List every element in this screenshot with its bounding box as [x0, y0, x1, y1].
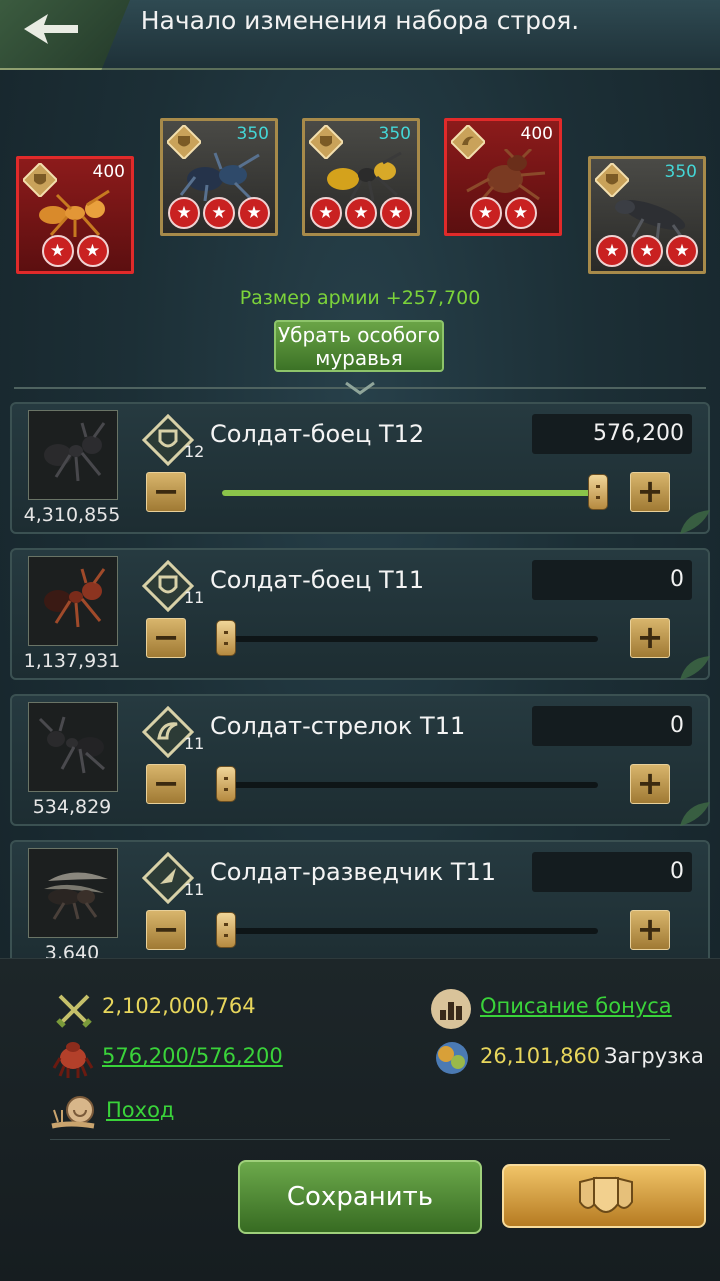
- star-rating: ★ ★ ★: [163, 197, 275, 229]
- special-ant-card-2[interactable]: 350 ★ ★ ★: [160, 118, 278, 236]
- back-button[interactable]: [0, 0, 130, 70]
- quantity-input[interactable]: 0: [532, 852, 692, 892]
- troop-row: 3,640 11 Солдат-разведчик T11 0 − +: [10, 840, 710, 972]
- special-ant-card-1[interactable]: 400 ★ ★: [16, 156, 134, 274]
- decrease-button[interactable]: −: [146, 618, 186, 658]
- leaf-decoration-icon: [680, 802, 710, 826]
- special-ant-card-3[interactable]: 350 ★ ★ ★: [302, 118, 420, 236]
- back-arrow-icon: [24, 14, 78, 44]
- troop-name: Солдат-боец T12: [210, 420, 425, 448]
- load-value: 26,101,860: [480, 1044, 601, 1068]
- ant-count: 350: [378, 124, 411, 144]
- troop-tier: 11: [184, 734, 205, 753]
- increase-button[interactable]: +: [630, 618, 670, 658]
- blue-scorpion-ant-icon: [179, 152, 260, 202]
- page-title: Начало изменения набора строя.: [140, 6, 580, 35]
- decrease-button[interactable]: −: [146, 472, 186, 512]
- slider-handle[interactable]: [216, 620, 236, 656]
- increase-button[interactable]: +: [630, 910, 670, 950]
- quantity-input[interactable]: 0: [532, 706, 692, 746]
- troop-name: Солдат-боец T11: [210, 566, 425, 594]
- load-resources-icon: [436, 1042, 468, 1074]
- red-ant-icon: [44, 568, 106, 628]
- brown-ant-icon: [466, 149, 546, 203]
- bottom-divider: [50, 1139, 670, 1140]
- ant-count: 350: [236, 124, 269, 144]
- quantity-input[interactable]: 576,200: [532, 414, 692, 454]
- black-beetle-ant-icon: [615, 200, 686, 241]
- troop-tier: 12: [184, 442, 205, 461]
- troop-portrait: [28, 702, 118, 792]
- black-ant-icon: [44, 422, 106, 482]
- special-ant-card-4[interactable]: 400 ★ ★: [444, 118, 562, 236]
- troop-name: Солдат-стрелок T11: [210, 712, 466, 740]
- increase-button[interactable]: +: [630, 472, 670, 512]
- star-rating: ★ ★ ★: [305, 197, 417, 229]
- slider-handle[interactable]: [588, 474, 608, 510]
- header-bar: Начало изменения набора строя.: [0, 0, 720, 70]
- troop-row: 1,137,931 11 Солдат-боец T11 0 − +: [10, 548, 710, 680]
- black-shooter-ant-icon: [38, 716, 105, 774]
- orange-ant-icon: [39, 189, 110, 237]
- troop-row: 4,310,855 12 Солдат-боец T12 576,200 − +: [10, 402, 710, 534]
- leaf-decoration-icon: [680, 510, 710, 534]
- load-label: Загрузка: [604, 1044, 704, 1068]
- troop-portrait: [28, 410, 118, 500]
- formation-shields-button[interactable]: [502, 1164, 706, 1228]
- ant-count: 400: [520, 124, 553, 144]
- march-link[interactable]: Поход: [106, 1098, 174, 1122]
- quantity-input[interactable]: 0: [532, 560, 692, 600]
- troop-stock: 534,829: [32, 796, 112, 818]
- troop-tier: 11: [184, 880, 205, 899]
- ant-count: 350: [664, 162, 697, 182]
- troop-name: Солдат-разведчик T11: [210, 858, 497, 886]
- decrease-button[interactable]: −: [146, 764, 186, 804]
- yellow-ant-icon: [327, 151, 402, 202]
- quantity-slider[interactable]: [216, 620, 598, 656]
- winged-ant-icon: [44, 872, 108, 920]
- star-rating: ★ ★: [19, 235, 131, 267]
- decrease-button[interactable]: −: [146, 910, 186, 950]
- troop-portrait: [28, 556, 118, 646]
- troop-portrait: [28, 848, 118, 938]
- star-rating: ★ ★ ★: [591, 235, 703, 267]
- quantity-slider[interactable]: [216, 766, 598, 802]
- remove-special-ant-button[interactable]: Убрать особого муравья: [274, 320, 444, 372]
- troop-count-link[interactable]: 576,200/576,200: [102, 1044, 283, 1068]
- power-value: 2,102,000,764: [102, 994, 256, 1018]
- snail-march-icon: [51, 1096, 95, 1129]
- quantity-slider[interactable]: [216, 912, 598, 948]
- star-rating: ★ ★: [447, 197, 559, 229]
- troop-stock: 4,310,855: [23, 504, 121, 526]
- shields-icon: [579, 1176, 633, 1213]
- army-size-text: Размер армии +257,700: [239, 287, 481, 309]
- leaf-decoration-icon: [680, 656, 710, 680]
- chevron-down-icon: [345, 381, 375, 395]
- increase-button[interactable]: +: [630, 764, 670, 804]
- bonus-description-link[interactable]: Описание бонуса: [480, 994, 672, 1018]
- slider-handle[interactable]: [216, 912, 236, 948]
- troop-row: 534,829 11 Солдат-стрелок T11 0 − +: [10, 694, 710, 826]
- ant-count: 400: [92, 162, 125, 182]
- slider-fill: [222, 490, 598, 496]
- troops-ant-icon: [52, 1042, 94, 1078]
- quantity-slider[interactable]: [222, 474, 608, 510]
- crossed-swords-icon: [56, 994, 92, 1028]
- save-button[interactable]: Сохранить: [238, 1160, 482, 1234]
- slider-handle[interactable]: [216, 766, 236, 802]
- troop-tier: 11: [184, 588, 205, 607]
- special-ant-card-5[interactable]: 350 ★ ★ ★: [588, 156, 706, 274]
- troop-stock: 1,137,931: [23, 650, 121, 672]
- bonus-chart-icon: [431, 989, 471, 1029]
